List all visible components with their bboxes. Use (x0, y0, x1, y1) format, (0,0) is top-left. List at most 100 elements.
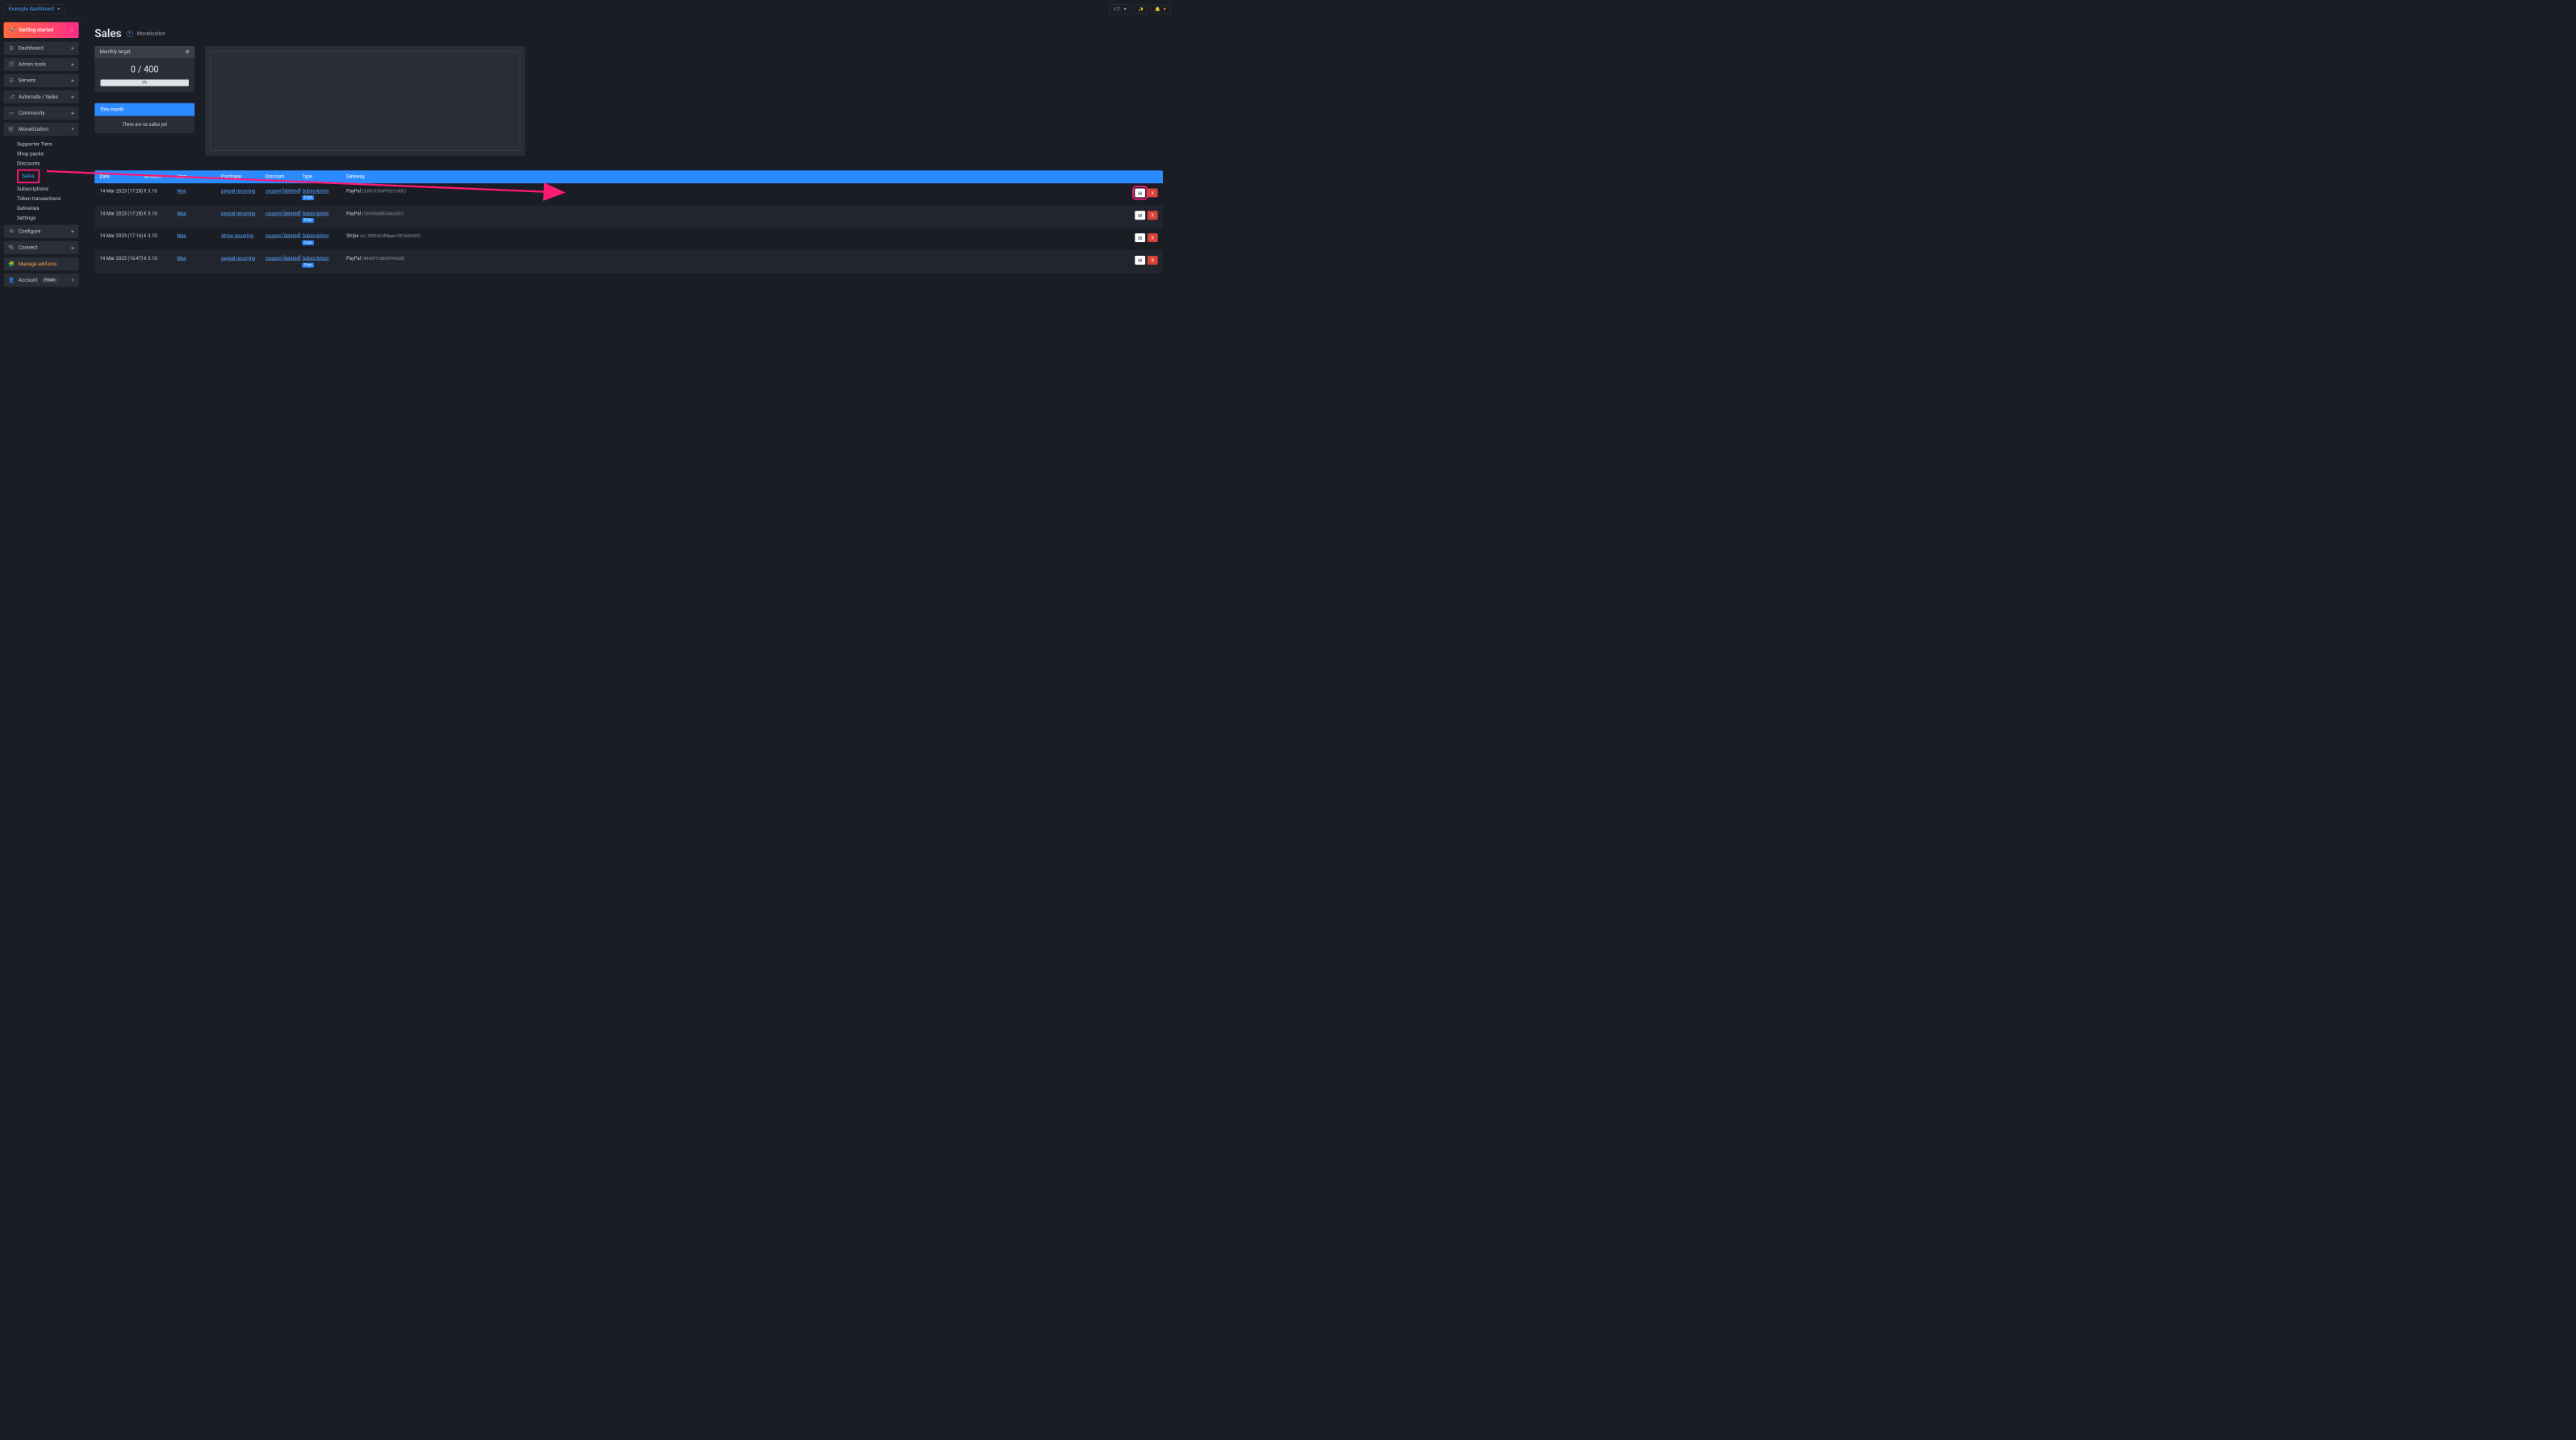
this-month-card: This month There are no sales yet (94, 103, 194, 133)
help-icon[interactable]: ? (126, 31, 132, 37)
delete-button[interactable]: X (1148, 233, 1158, 242)
view-button[interactable]: ▤ (1135, 233, 1145, 242)
sub-sales[interactable]: Sales (22, 171, 34, 181)
purchase-link[interactable]: paypal recurring (221, 256, 255, 262)
target-title: Monthly target (100, 49, 131, 55)
purchase-link[interactable]: paypal recurring (221, 188, 255, 194)
delete-button[interactable]: X (1148, 211, 1158, 220)
top-panels: Monthly target ⚙ 0 / 400 0% This month T… (94, 46, 1163, 156)
cell-amount: € 3.10 (144, 233, 177, 239)
sub-deliveries[interactable]: Deliveries (17, 203, 79, 213)
breadcrumb: Monetization (137, 31, 165, 36)
discount-link[interactable]: coupon [deleted] (266, 188, 301, 194)
view-button[interactable]: ▤ (1135, 211, 1145, 220)
main-content: Sales ? Monetization Monthly target ⚙ 0 … (83, 19, 1175, 294)
sub-token-transactions[interactable]: Token transactions (17, 194, 79, 203)
chevron-right-icon: ▶ (72, 78, 75, 82)
tools-icon: 🛠 (8, 61, 15, 67)
nav-monetization[interactable]: 🛒 Monetization ▼ (4, 123, 79, 136)
user-link[interactable]: Max (177, 256, 186, 262)
sub-discounts[interactable]: Discounts (17, 159, 79, 169)
cell-amount: € 3.10 (144, 256, 177, 262)
sub-supporter-tiers[interactable]: Supporter Tiers (17, 140, 79, 149)
purchase-link[interactable]: paypal recurring (221, 211, 255, 216)
col-gateway: Gateway (346, 174, 1121, 180)
nav-label: Automate / tasks (19, 94, 58, 99)
sub-subscriptions[interactable]: Subscriptions (17, 184, 79, 194)
delete-button[interactable]: X (1148, 256, 1158, 265)
gear-icon[interactable]: ⚙ (186, 49, 190, 55)
user-link[interactable]: Max (177, 188, 186, 194)
cell-amount: € 3.10 (144, 188, 177, 194)
monetization-submenu: Supporter Tiers Shop packs Discounts Sal… (4, 139, 79, 225)
nav-addons[interactable]: 🧩 Manage add-ons (4, 257, 79, 270)
cell-date: 14 Mar 2023 (16:47) (100, 256, 144, 262)
nav-label: Configure (19, 228, 40, 234)
dashboard-selector[interactable]: Example dashboard ▼ (4, 4, 65, 14)
cell-gateway: PayPal (18V045488X4463001) (346, 211, 1121, 216)
purchase-link[interactable]: stripe recurring (221, 233, 253, 239)
language-button[interactable]: A文 ▼ (1110, 4, 1131, 14)
type-link[interactable]: Subscription (302, 211, 328, 216)
nav-account[interactable]: 👤 Account Private ▼ (4, 274, 79, 287)
gateway-id: (ch_3MlZbFJiPBgakJ9018dSitDV) (360, 234, 420, 239)
notifications-button[interactable]: 🔔 ▼ (1151, 5, 1171, 14)
translate-icon: A文 (1114, 6, 1121, 12)
user-link[interactable]: Max (177, 233, 186, 239)
view-button[interactable]: ▤ (1135, 188, 1145, 197)
table-row: 14 Mar 2023 (17:28) € 3.10 Max paypal re… (94, 183, 1163, 206)
cell-date: 14 Mar 2023 (17:28) (100, 188, 144, 194)
sub-shop-packs[interactable]: Shop packs (17, 149, 79, 159)
nav-dashboard[interactable]: ⊞ Dashboard ▶ (4, 42, 79, 55)
nav-servers[interactable]: ☰ Servers ▶ (4, 74, 79, 87)
getting-started-label: Getting started (19, 27, 53, 33)
col-discount: Discount (266, 174, 303, 180)
target-header: Monthly target ⚙ (94, 46, 194, 58)
nav-label: Account (19, 277, 38, 283)
nav-configure[interactable]: ⚙ Configure ▶ (4, 225, 79, 238)
month-empty-text: There are no sales yet (94, 116, 194, 133)
user-icon: 👤 (8, 277, 15, 283)
table-row: 14 Mar 2023 (16:47) € 3.10 Max paypal re… (94, 251, 1163, 274)
chevron-right-icon: ▶ (72, 62, 75, 66)
chevron-right-icon: ▶ (72, 229, 75, 233)
nav-connect[interactable]: 🔌 Connect ▶ (4, 241, 79, 254)
topbar: Example dashboard ▼ A文 ▼ ✨ 🔔 ▼ (0, 0, 1175, 19)
caret-down-icon: ▼ (56, 7, 61, 11)
chevron-right-icon: ▶ (72, 46, 75, 50)
puzzle-icon: 🧩 (8, 261, 15, 266)
type-link[interactable]: Subscription (302, 233, 328, 239)
table-row: 14 Mar 2023 (17:16) € 3.10 Max stripe re… (94, 228, 1163, 251)
nav-admin-tools[interactable]: 🛠 Admin tools ▶ (4, 58, 79, 71)
topbar-right: A文 ▼ ✨ 🔔 ▼ (1110, 4, 1171, 14)
discount-link[interactable]: coupon [deleted] (266, 256, 301, 262)
private-badge: Private (43, 278, 56, 282)
getting-started-button[interactable]: 🚀 Getting started → (4, 22, 79, 38)
cell-gateway: PayPal (2UM13396PP825180C) (346, 188, 1121, 194)
type-link[interactable]: Subscription (302, 256, 328, 262)
annotation-highlight: Sales (17, 170, 40, 183)
nav-community[interactable]: ▭ Community ▶ (4, 107, 79, 119)
type-link[interactable]: Subscription (302, 188, 328, 194)
sub-settings[interactable]: Settings (17, 213, 79, 223)
nav-label: Monetization (19, 126, 48, 132)
progress-percent: 0% (142, 81, 147, 85)
caret-down-icon: ▼ (1163, 6, 1167, 11)
page-title: Sales (94, 27, 122, 40)
first-badge: First (302, 218, 313, 223)
gear-icon: ⚙ (8, 228, 15, 234)
chevron-right-icon: ▶ (72, 245, 75, 249)
cell-gateway: PayPal (9R439172BG999462B) (346, 256, 1121, 262)
view-button[interactable]: ▤ (1135, 256, 1145, 265)
col-date: Date (100, 174, 144, 180)
nav-automate[interactable]: ⎇ Automate / tasks ▶ (4, 90, 79, 103)
discount-link[interactable]: coupon [deleted] (266, 233, 301, 239)
wand-button[interactable]: ✨ (1134, 5, 1148, 14)
user-link[interactable]: Max (177, 211, 186, 216)
monthly-target-card: Monthly target ⚙ 0 / 400 0% (94, 46, 194, 92)
discount-link[interactable]: coupon [deleted] (266, 211, 301, 216)
col-user: User (177, 174, 221, 180)
delete-button[interactable]: X (1148, 188, 1158, 197)
sales-table: Date Amount User Purchase Discount Type … (94, 170, 1163, 273)
progress-bar: 0% (100, 79, 188, 86)
